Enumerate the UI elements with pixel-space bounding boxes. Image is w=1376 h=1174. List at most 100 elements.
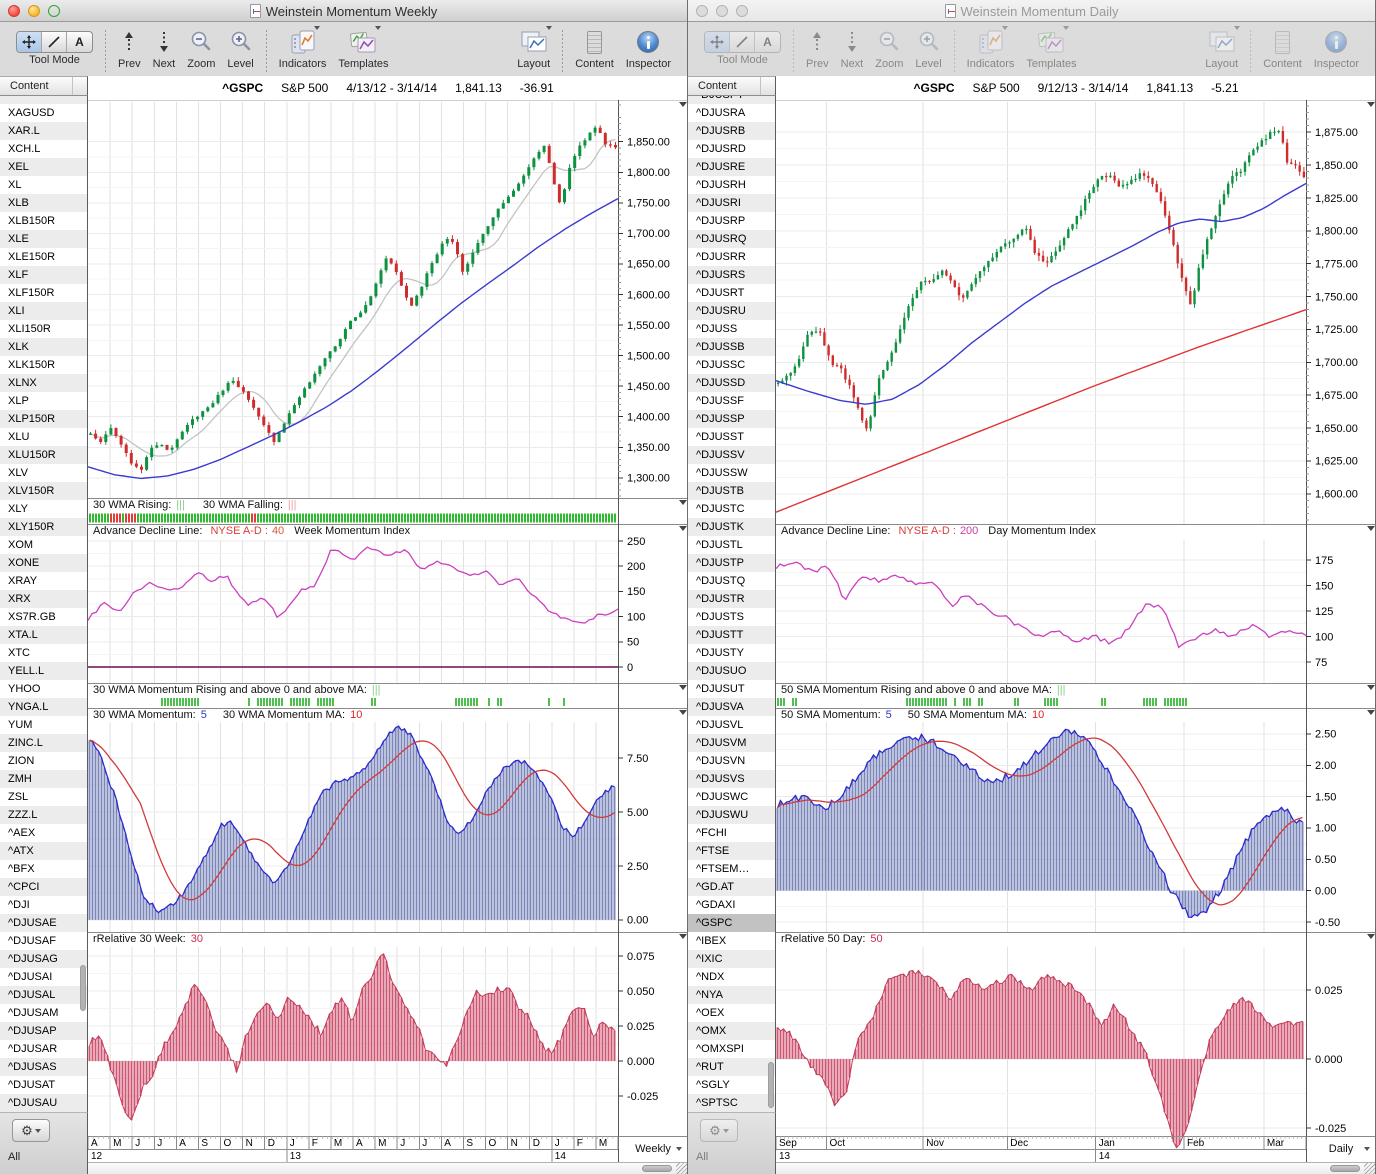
symbol-row[interactable]: XLE150R bbox=[0, 248, 87, 266]
symbol-row[interactable]: ^DJUSRI bbox=[688, 194, 775, 212]
symbol-row[interactable]: ^OMX bbox=[688, 1022, 775, 1040]
symbol-row[interactable]: ^DJUSSD bbox=[688, 374, 775, 392]
chart-canvas[interactable]: 1,850.00 1,800.00 1,750.00 1,700.00 1,650.00… bbox=[88, 100, 688, 1162]
templates-button[interactable]: Templates bbox=[338, 26, 389, 70]
symbol-row[interactable]: XLF150R bbox=[0, 284, 87, 302]
symbol-row[interactable]: ^OMXSPI bbox=[688, 1040, 775, 1058]
action-menu-button[interactable]: ⚙ bbox=[700, 1119, 738, 1142]
symbol-row[interactable]: ^DJUSAS bbox=[0, 1058, 87, 1076]
symbol-row[interactable]: XLI150R bbox=[0, 320, 87, 338]
symbol-row[interactable]: ^DJUSRU bbox=[688, 302, 775, 320]
symbol-row[interactable]: ^GDAXI bbox=[688, 896, 775, 914]
sidebar-scrollbar-thumb[interactable] bbox=[768, 1062, 774, 1108]
symbol-row[interactable]: ^DJUSSF bbox=[688, 392, 775, 410]
symbol-row[interactable]: ^DJUSTC bbox=[688, 500, 775, 518]
symbol-row[interactable]: XLK bbox=[0, 338, 87, 356]
pane-menu-caret[interactable] bbox=[1367, 685, 1375, 690]
symbol-row[interactable]: YHOO bbox=[0, 680, 87, 698]
symbol-row[interactable]: XAGUSD bbox=[0, 104, 87, 122]
indicators-button[interactable]: Indicators bbox=[967, 26, 1014, 70]
symbol-row[interactable]: ^DJUSSP bbox=[688, 410, 775, 428]
symbol-row[interactable]: XLK150R bbox=[0, 356, 87, 374]
symbol-row[interactable]: ^DJUSTB bbox=[688, 482, 775, 500]
symbol-row[interactable]: ^FCHI bbox=[688, 824, 775, 842]
symbol-row[interactable]: ^DJUSSC bbox=[688, 356, 775, 374]
symbol-row[interactable]: XL bbox=[0, 176, 87, 194]
symbol-row[interactable]: ^OEX bbox=[688, 1004, 775, 1022]
title-bar[interactable]: Weinstein Momentum Daily bbox=[688, 0, 1375, 22]
symbol-row[interactable]: ^ATX bbox=[0, 842, 87, 860]
symbol-row[interactable]: ^DJUSVL bbox=[688, 716, 775, 734]
symbol-row[interactable]: XLI bbox=[0, 302, 87, 320]
next-button[interactable]: Next bbox=[153, 27, 175, 70]
symbol-row[interactable]: XCH.L bbox=[0, 140, 87, 158]
pane-menu-caret[interactable] bbox=[1367, 710, 1375, 715]
tool-line-button[interactable] bbox=[42, 32, 67, 52]
inspector-button[interactable]: Inspector bbox=[626, 27, 671, 70]
symbol-row[interactable]: ^DJUSUO bbox=[688, 662, 775, 680]
symbol-row[interactable]: YELL.L bbox=[0, 662, 87, 680]
symbol-row[interactable]: ^DJUSPT bbox=[688, 96, 775, 104]
symbol-row[interactable]: ^DJUSAI bbox=[0, 968, 87, 986]
symbol-row[interactable]: ^DJUSVM bbox=[688, 734, 775, 752]
symbol-row[interactable]: ^DJUSTL bbox=[688, 536, 775, 554]
pane-menu-caret[interactable] bbox=[679, 526, 687, 531]
symbol-row[interactable]: XAR.L bbox=[0, 122, 87, 140]
symbol-row[interactable]: ^IBEX bbox=[688, 932, 775, 950]
symbol-row[interactable]: ^DJUSRE bbox=[688, 158, 775, 176]
symbol-row[interactable]: ^DJUSWC bbox=[688, 788, 775, 806]
pane-menu-caret[interactable] bbox=[679, 685, 687, 690]
symbol-row[interactable]: YNGA.L bbox=[0, 698, 87, 716]
zoom-out-button[interactable]: Zoom bbox=[187, 27, 215, 70]
zoom-in-button[interactable]: Level bbox=[915, 27, 942, 70]
symbol-row[interactable]: ^BFX bbox=[0, 860, 87, 878]
symbol-list[interactable]: ^XAGUSDXAR.LXCH.LXELXLXLBXLB150RXLEXLE15… bbox=[0, 96, 88, 1112]
pane-menu-caret[interactable] bbox=[679, 710, 687, 715]
symbol-row[interactable]: ^DJUSTY bbox=[688, 644, 775, 662]
symbol-row[interactable]: XLNX bbox=[0, 374, 87, 392]
inspector-button[interactable]: Inspector bbox=[1314, 27, 1359, 70]
symbol-row[interactable]: ^NDX bbox=[688, 968, 775, 986]
symbol-row[interactable]: ^NYA bbox=[688, 986, 775, 1004]
symbol-row[interactable]: ^FTSE bbox=[688, 842, 775, 860]
symbol-row[interactable]: ^DJUSAF bbox=[0, 932, 87, 950]
symbol-row[interactable]: ^DJUSVN bbox=[688, 752, 775, 770]
zoom-in-button[interactable]: Level bbox=[227, 27, 254, 70]
symbol-row[interactable]: XEL bbox=[0, 158, 87, 176]
content-button[interactable]: Content bbox=[1263, 27, 1302, 70]
symbol-row[interactable]: XLP bbox=[0, 392, 87, 410]
tool-move-button[interactable] bbox=[17, 32, 42, 52]
symbol-row[interactable]: ^DJUSAR bbox=[0, 1040, 87, 1058]
sidebar-header[interactable]: Content bbox=[0, 76, 88, 96]
window-resize-grip[interactable] bbox=[1364, 1163, 1375, 1174]
sidebar-scrollbar-thumb[interactable] bbox=[80, 965, 86, 1011]
prev-button[interactable]: Prev bbox=[806, 27, 829, 70]
symbol-row[interactable]: ZINC.L bbox=[0, 734, 87, 752]
pane-menu-caret[interactable] bbox=[679, 102, 687, 107]
symbol-row[interactable]: ^DJUSSW bbox=[688, 464, 775, 482]
chart-canvas[interactable]: 1,875.00 1,850.00 1,825.00 1,800.00 1,775.00… bbox=[776, 100, 1376, 1162]
symbol-row[interactable]: ^DJUSTP bbox=[688, 554, 775, 572]
horizontal-scrollbar[interactable] bbox=[776, 1162, 1375, 1174]
symbol-row[interactable]: ^DJUSRT bbox=[688, 284, 775, 302]
horizontal-scrollbar[interactable] bbox=[88, 1162, 687, 1174]
symbol-row[interactable]: ^DJUSRP bbox=[688, 212, 775, 230]
pane-menu-caret[interactable] bbox=[1367, 102, 1375, 107]
symbol-row[interactable]: ^DJUSS bbox=[688, 320, 775, 338]
symbol-row[interactable]: XLU150R bbox=[0, 446, 87, 464]
tool-text-button[interactable]: A bbox=[755, 32, 780, 52]
symbol-row[interactable]: ZION bbox=[0, 752, 87, 770]
horizontal-scrollbar-thumb[interactable] bbox=[1330, 1165, 1360, 1172]
symbol-row[interactable]: ZZZ.L bbox=[0, 806, 87, 824]
symbol-row[interactable]: ZSL bbox=[0, 788, 87, 806]
zoom-out-button[interactable]: Zoom bbox=[875, 27, 903, 70]
templates-button[interactable]: Templates bbox=[1026, 26, 1077, 70]
symbol-row[interactable]: XLF bbox=[0, 266, 87, 284]
layout-button[interactable]: Layout bbox=[517, 26, 552, 70]
symbol-row[interactable]: ^DJUSSB bbox=[688, 338, 775, 356]
prev-button[interactable]: Prev bbox=[118, 27, 141, 70]
symbol-row[interactable]: ^SGLY bbox=[688, 1076, 775, 1094]
symbol-row[interactable]: XLU bbox=[0, 428, 87, 446]
symbol-row[interactable]: ^DJUSAU bbox=[0, 1094, 87, 1112]
symbol-row[interactable]: XOM bbox=[0, 536, 87, 554]
